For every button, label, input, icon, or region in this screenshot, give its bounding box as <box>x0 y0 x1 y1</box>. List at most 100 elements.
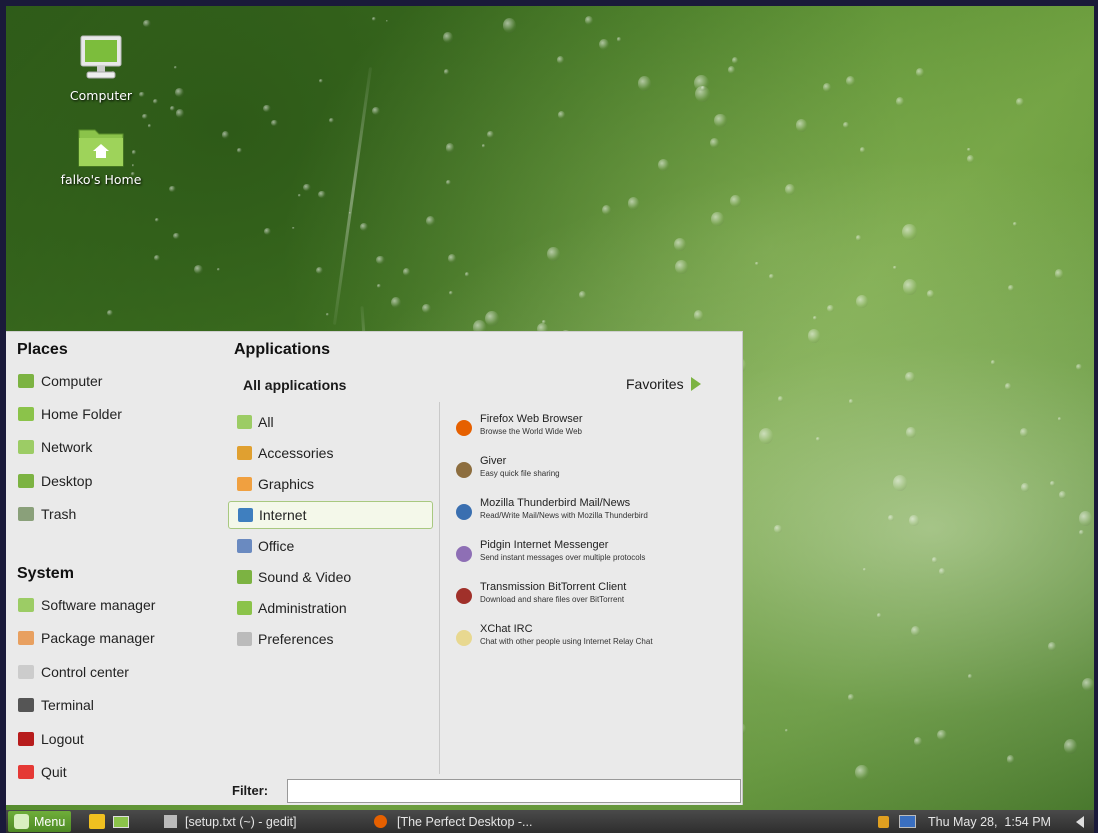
menu-button[interactable]: Menu <box>8 811 72 832</box>
category-label: Sound & Video <box>258 569 352 585</box>
system-item-software-manager[interactable]: Software manager <box>18 593 155 617</box>
category-label: Preferences <box>258 631 334 647</box>
system-item-control-center[interactable]: Control center <box>18 660 129 684</box>
app-item-mozilla-thunderbird-mail-news[interactable]: Mozilla Thunderbird Mail/News Read/Write … <box>456 496 736 532</box>
app-item-name: Giver <box>480 455 507 467</box>
system-item-label: Logout <box>41 730 84 747</box>
category-label: All <box>258 414 274 430</box>
places-item-label: Computer <box>41 373 103 389</box>
taskbar-window-label: [The Perfect Desktop -... <box>397 814 533 829</box>
app-item-description: Chat with other people using Internet Re… <box>480 637 653 646</box>
mint-logo-icon <box>14 814 29 829</box>
app-item-text: Mozilla Thunderbird Mail/News Read/Write … <box>480 496 648 521</box>
text-editor-launcher-icon[interactable] <box>89 810 105 833</box>
favorites-button[interactable]: Favorites <box>626 376 701 392</box>
accessories-icon <box>237 446 252 460</box>
firefox-icon <box>374 815 387 828</box>
giver-icon <box>456 462 472 478</box>
pidgin-icon <box>456 546 472 562</box>
category-office[interactable]: Office <box>228 532 433 560</box>
internet-icon <box>238 508 253 522</box>
app-item-description: Read/Write Mail/News with Mozilla Thunde… <box>480 511 648 520</box>
system-heading: System <box>17 565 74 582</box>
app-item-name: Firefox Web Browser <box>480 413 583 425</box>
places-item-network[interactable]: Network <box>18 435 92 459</box>
places-item-label: Desktop <box>41 472 93 489</box>
app-item-description: Send instant messages over multiple prot… <box>480 553 646 562</box>
desktop-icon <box>18 473 34 488</box>
category-graphics[interactable]: Graphics <box>228 470 433 498</box>
monitor-icon <box>75 32 127 84</box>
desktop-icon-home[interactable]: falko's Home <box>41 124 161 187</box>
system-item-label: Control center <box>41 663 129 680</box>
clock[interactable]: Thu May 28, 1:54 PM <box>928 810 1051 833</box>
arrow-right-icon <box>690 377 701 391</box>
system-item-package-manager[interactable]: Package manager <box>18 626 155 650</box>
all-icon <box>237 415 252 429</box>
home-folder-icon <box>77 124 125 168</box>
app-item-text: XChat IRC Chat with other people using In… <box>480 622 653 647</box>
system-item-quit[interactable]: Quit <box>18 760 67 784</box>
terminal-icon <box>18 698 34 713</box>
taskbar-window-label: [setup.txt (~) - gedit] <box>185 814 297 829</box>
administration-icon <box>237 601 252 615</box>
taskbar-window-firefox[interactable]: [The Perfect Desktop -... <box>366 810 586 833</box>
favorites-label: Favorites <box>626 376 684 392</box>
show-desktop-icon[interactable] <box>113 810 129 833</box>
menu-button-label: Menu <box>34 814 66 829</box>
gedit-icon <box>164 815 177 828</box>
category-accessories[interactable]: Accessories <box>228 439 433 467</box>
app-item-text: Firefox Web Browser Browse the World Wide… <box>480 412 583 437</box>
system-item-label: Package manager <box>41 630 155 647</box>
volume-icon[interactable] <box>1076 810 1084 833</box>
places-item-home-folder[interactable]: Home Folder <box>18 402 122 426</box>
logout-icon <box>18 731 34 746</box>
app-item-firefox-web-browser[interactable]: Firefox Web Browser Browse the World Wide… <box>456 412 736 448</box>
app-item-giver[interactable]: Giver Easy quick file sharing <box>456 454 736 490</box>
desktop-icon-label: Computer <box>69 88 133 103</box>
xchat-icon <box>456 630 472 646</box>
taskbar-window-gedit[interactable]: [setup.txt (~) - gedit] <box>156 810 356 833</box>
system-item-logout[interactable]: Logout <box>18 727 84 751</box>
category-preferences[interactable]: Preferences <box>228 625 433 653</box>
firefox-icon <box>456 420 472 436</box>
app-item-name: XChat IRC <box>480 623 533 635</box>
category-all[interactable]: All <box>228 408 433 436</box>
category-label: Administration <box>258 600 347 616</box>
app-item-text: Giver Easy quick file sharing <box>480 454 560 479</box>
sound-video-icon <box>237 570 252 584</box>
category-administration[interactable]: Administration <box>228 594 433 622</box>
control-center-icon <box>18 664 34 679</box>
app-item-pidgin-internet-messenger[interactable]: Pidgin Internet Messenger Send instant me… <box>456 538 736 574</box>
package-manager-icon <box>18 631 34 646</box>
category-internet[interactable]: Internet <box>228 501 433 529</box>
graphics-icon <box>237 477 252 491</box>
app-item-xchat-irc[interactable]: XChat IRC Chat with other people using In… <box>456 622 736 658</box>
lock-icon[interactable] <box>878 810 889 833</box>
computer-icon <box>18 374 34 388</box>
desktop-icon-computer[interactable]: Computer <box>41 32 161 103</box>
network-status-icon[interactable] <box>899 810 916 833</box>
folder-icon <box>18 407 34 422</box>
category-label: Graphics <box>258 476 315 492</box>
app-item-description: Easy quick file sharing <box>480 469 560 478</box>
app-item-transmission-bittorrent-client[interactable]: Transmission BitTorrent Client Download a… <box>456 580 736 616</box>
category-label: Accessories <box>258 445 334 461</box>
places-item-desktop[interactable]: Desktop <box>18 469 92 493</box>
all-applications-heading: All applications <box>243 377 347 393</box>
category-sound-video[interactable]: Sound & Video <box>228 563 433 591</box>
filter-input[interactable] <box>287 779 741 803</box>
category-label: Office <box>258 538 295 554</box>
app-item-name: Mozilla Thunderbird Mail/News <box>480 497 631 509</box>
network-icon <box>18 440 34 455</box>
software-manager-icon <box>18 598 34 612</box>
places-item-trash[interactable]: Trash <box>18 502 76 526</box>
thunderbird-icon <box>456 504 472 520</box>
system-item-terminal[interactable]: Terminal <box>18 693 94 717</box>
places-item-computer[interactable]: Computer <box>18 369 102 393</box>
system-item-label: Software manager <box>41 597 156 613</box>
app-item-description: Download and share files over BitTorrent <box>480 595 625 604</box>
places-item-label: Trash <box>41 505 77 522</box>
trash-icon <box>18 506 34 521</box>
applications-heading: Applications <box>234 341 331 358</box>
